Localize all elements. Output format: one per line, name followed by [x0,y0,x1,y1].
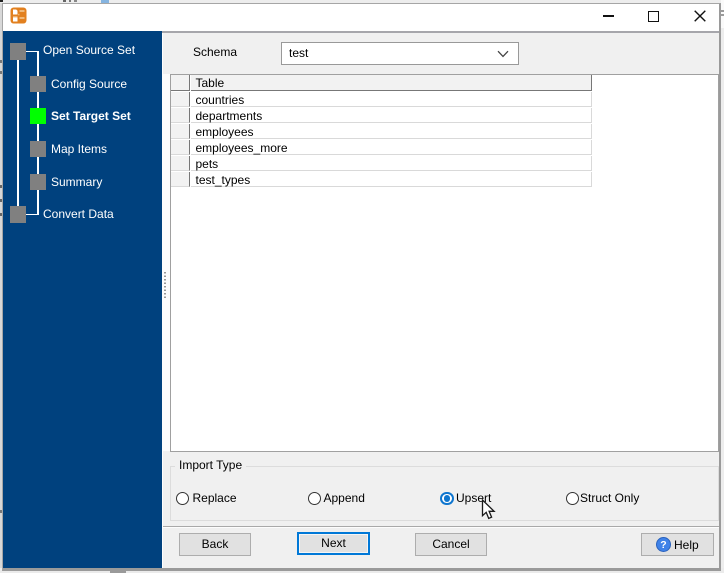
svg-text:?: ? [660,539,666,551]
